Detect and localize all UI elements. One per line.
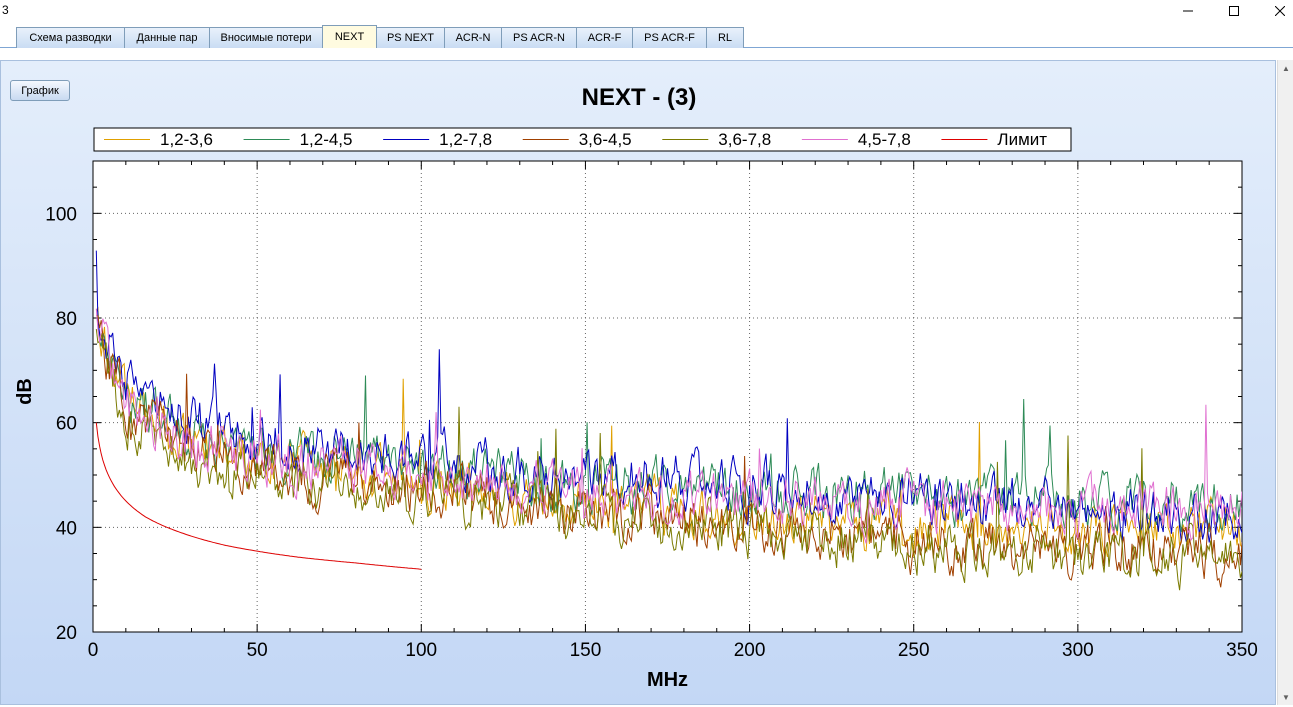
x-axis-label: MHz (647, 669, 688, 691)
maximize-button[interactable] (1211, 0, 1257, 22)
tab-ps-acr-f[interactable]: PS ACR-F (632, 27, 707, 48)
maximize-icon (1229, 6, 1239, 16)
x-tick-label: 50 (247, 640, 268, 661)
tab-ps-next[interactable]: PS NEXT (376, 27, 445, 48)
y-tick-label: 80 (56, 309, 77, 330)
tab-next[interactable]: NEXT (322, 25, 377, 48)
legend-label: Лимит (997, 130, 1047, 149)
tab-label: RL (717, 32, 733, 44)
tab-label: ACR-N (455, 32, 491, 44)
tab-label: PS ACR-N (513, 32, 565, 44)
x-tick-label: 250 (898, 640, 930, 661)
legend-label: 4,5-7,8 (858, 130, 911, 149)
legend-label: 3,6-7,8 (718, 130, 771, 149)
tab-content-panel: График NEXT - (3) 0 50 100 150 200 250 300 350 20… (0, 48, 1293, 707)
tab-label: NEXT (334, 31, 365, 43)
tab-rl[interactable]: RL (706, 27, 744, 48)
tab-insertion-loss[interactable]: Вносимые потери (209, 27, 323, 48)
chart-title: NEXT - (3) (582, 84, 697, 111)
y-tick-label: 40 (56, 518, 77, 539)
window-titlebar: 3 (0, 0, 1293, 24)
x-tick-label: 0 (88, 640, 99, 661)
legend-label: 1,2-4,5 (300, 130, 353, 149)
next-chart: NEXT - (3) 0 50 100 150 200 250 300 350 20 40 60 80 1… (14, 84, 1258, 691)
tab-acr-f[interactable]: ACR-F (576, 27, 633, 48)
x-tick-label: 150 (570, 640, 602, 661)
tab-strip: Схема разводки Данные пар Вносимые потер… (0, 24, 1293, 48)
tab-acr-n[interactable]: ACR-N (444, 27, 502, 48)
x-tick-label: 350 (1226, 640, 1258, 661)
y-tick-label: 60 (56, 414, 77, 435)
x-tick-label: 200 (734, 640, 766, 661)
legend-label: 3,6-4,5 (579, 130, 632, 149)
y-tick-label: 20 (56, 623, 77, 644)
scroll-up-icon[interactable]: ▲ (1278, 60, 1293, 76)
vertical-scrollbar[interactable]: ▲ ▼ (1277, 60, 1293, 705)
tab-label: Данные пар (136, 32, 198, 44)
x-tick-label: 100 (405, 640, 437, 661)
y-tick-label: 100 (45, 204, 77, 225)
window-title: 3 (2, 3, 9, 17)
chart-panel: График NEXT - (3) 0 50 100 150 200 250 300 350 20… (0, 60, 1276, 705)
tab-label: PS NEXT (386, 32, 435, 44)
tab-pair-data[interactable]: Данные пар (124, 27, 210, 48)
tab-label: ACR-F (587, 32, 622, 44)
legend-label: 1,2-3,6 (160, 130, 213, 149)
y-axis-label: dB (14, 378, 36, 405)
legend-label: 1,2-7,8 (439, 130, 492, 149)
tab-label: Вносимые потери (220, 32, 312, 44)
minimize-icon (1183, 10, 1193, 12)
plot-area (92, 160, 1243, 633)
close-button[interactable] (1257, 0, 1293, 22)
tab-wiring-map[interactable]: Схема разводки (16, 27, 125, 48)
close-icon (1275, 6, 1285, 16)
tab-ps-acr-n[interactable]: PS ACR-N (501, 27, 577, 48)
tab-label: Схема разводки (29, 32, 112, 44)
tab-label: PS ACR-F (644, 32, 695, 44)
scroll-down-icon[interactable]: ▼ (1278, 689, 1293, 705)
x-tick-label: 300 (1062, 640, 1094, 661)
minimize-button[interactable] (1165, 0, 1211, 22)
